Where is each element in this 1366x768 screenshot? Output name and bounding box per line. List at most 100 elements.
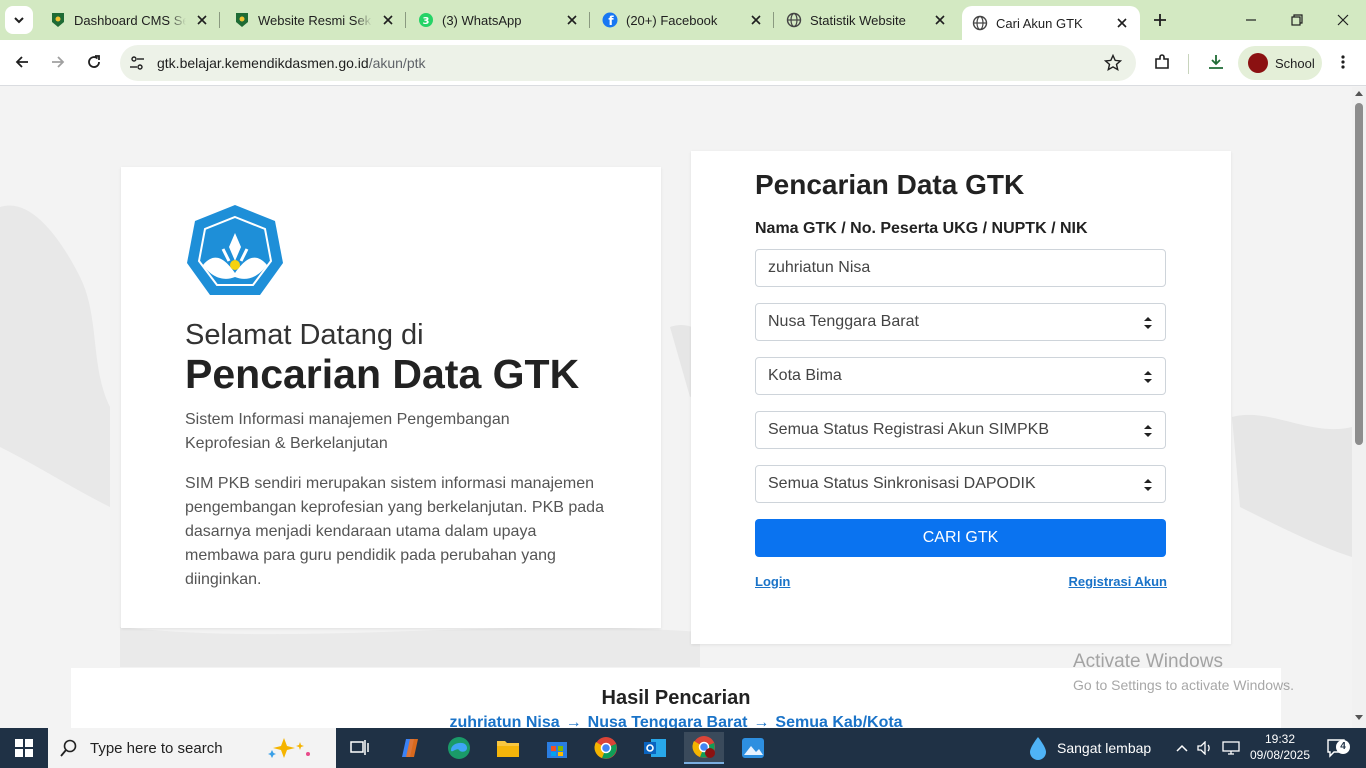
svg-text:3: 3 <box>423 16 430 27</box>
tab-whatsapp[interactable]: 3 (3) WhatsApp <box>408 0 590 40</box>
extensions-button[interactable] <box>1147 47 1177 77</box>
selected-value: Kota Bima <box>768 367 842 384</box>
volume-button[interactable] <box>1195 728 1215 768</box>
url-path: /akun/ptk <box>368 55 426 71</box>
task-view-button[interactable] <box>340 732 380 764</box>
svg-text:f: f <box>608 14 614 28</box>
close-icon[interactable] <box>748 12 764 28</box>
show-hidden-icons-button[interactable] <box>1172 728 1192 768</box>
chrome-button[interactable] <box>586 732 626 764</box>
restore-button[interactable] <box>1274 0 1320 40</box>
cari-gtk-button[interactable]: CARI GTK <box>755 519 1166 557</box>
close-window-button[interactable] <box>1320 0 1366 40</box>
menu-button[interactable] <box>1328 47 1358 77</box>
hero-subtitle: Sistem Informasi manajemen Pengembangan … <box>185 411 510 452</box>
sparkle-icon <box>268 738 310 758</box>
close-icon[interactable] <box>1114 15 1130 31</box>
profile-button[interactable]: School <box>1238 46 1322 80</box>
tab-label: (20+) Facebook <box>626 12 718 28</box>
register-link[interactable]: Registrasi Akun <box>1069 574 1168 589</box>
outlook-button[interactable] <box>635 732 675 764</box>
sync-status-select[interactable]: Semua Status Sinkronisasi DAPODIK <box>755 465 1166 503</box>
tab-label: Dashboard CMS Sekolah <box>74 12 186 28</box>
scroll-up-icon[interactable] <box>1355 90 1363 96</box>
page-content: Selamat Datang di Pencarian Data GTK Sis… <box>0 87 1352 728</box>
breadcrumb-arrow: → <box>753 714 770 728</box>
city-select[interactable]: Kota Bima <box>755 357 1166 395</box>
downloads-button[interactable] <box>1201 47 1231 77</box>
tab-label: (3) WhatsApp <box>442 12 522 28</box>
search-form-card: Pencarian Data GTK Nama GTK / No. Pesert… <box>691 151 1231 644</box>
notification-center-button[interactable]: 4 <box>1320 728 1354 768</box>
outlook-icon <box>644 739 666 757</box>
watermark-line2: Go to Settings to activate Windows. <box>1073 677 1294 693</box>
facebook-icon: f <box>602 12 618 28</box>
tab-label: Statistik Website <box>810 12 906 28</box>
photos-icon <box>742 738 764 758</box>
folder-icon <box>497 741 519 757</box>
login-link[interactable]: Login <box>755 574 790 589</box>
url-text[interactable]: gtk.belajar.kemendikdasmen.go.id/akun/pt… <box>157 55 426 71</box>
reload-icon <box>88 55 100 68</box>
back-button[interactable] <box>7 47 37 77</box>
scrollbar-thumb[interactable] <box>1355 103 1363 445</box>
minimize-button[interactable] <box>1228 0 1274 40</box>
input-value: zuhriatun Nisa <box>768 259 871 276</box>
network-button[interactable] <box>1219 728 1243 768</box>
scroll-down-icon[interactable] <box>1355 715 1363 721</box>
breadcrumb: zuhriatun Nisa → Nusa Tenggara Barat → Semua… <box>71 714 1281 728</box>
restore-icon <box>1291 14 1303 26</box>
close-icon[interactable] <box>932 12 948 28</box>
plus-icon <box>1154 14 1166 26</box>
province-select[interactable]: Nusa Tenggara Barat <box>755 303 1166 341</box>
file-explorer-button[interactable] <box>488 732 528 764</box>
store-icon <box>547 742 567 758</box>
chrome-profile-button[interactable] <box>684 732 724 764</box>
tab-search-button[interactable] <box>5 6 33 34</box>
page-scrollbar[interactable] <box>1352 87 1366 728</box>
minimize-icon <box>1246 19 1256 21</box>
selected-value: Semua Status Registrasi Akun SIMPKB <box>768 421 1050 438</box>
start-button[interactable] <box>0 728 48 768</box>
windows-taskbar: Type here to search Sangat lembap 19:32 … <box>0 728 1366 768</box>
address-bar[interactable]: gtk.belajar.kemendikdasmen.go.id/akun/pt… <box>120 45 1136 81</box>
chrome-icon <box>594 737 617 759</box>
microsoft-store-button[interactable] <box>537 732 577 764</box>
breadcrumb-name[interactable]: zuhriatun Nisa <box>449 714 559 728</box>
tab-statistik[interactable]: Statistik Website <box>776 0 958 40</box>
system-clock[interactable]: 19:32 09/08/2025 <box>1248 731 1312 763</box>
new-tab-button[interactable] <box>1148 8 1172 32</box>
copilot-button[interactable] <box>390 732 430 764</box>
watermark-line1: Activate Windows <box>1073 651 1223 672</box>
tab-dashboard-cms[interactable]: Dashboard CMS Sekolah <box>40 0 220 40</box>
close-icon[interactable] <box>564 12 580 28</box>
taskbar-search-box[interactable]: Type here to search <box>48 728 336 768</box>
tab-website-resmi[interactable]: Website Resmi Sekolah <box>224 0 406 40</box>
bookmark-star-icon[interactable] <box>1103 53 1123 77</box>
photos-button[interactable] <box>733 732 773 764</box>
weather-widget[interactable]: Sangat lembap <box>1029 728 1151 768</box>
close-icon[interactable] <box>380 12 396 28</box>
reload-button[interactable] <box>79 47 109 77</box>
tab-separator <box>589 12 590 28</box>
school-logo-icon <box>50 12 66 28</box>
breadcrumb-province[interactable]: Nusa Tenggara Barat <box>588 714 748 728</box>
breadcrumb-city[interactable]: Semua Kab/Kota <box>775 714 902 728</box>
search-placeholder: Type here to search <box>90 739 223 757</box>
breadcrumb-arrow: → <box>565 714 582 728</box>
selected-value: Semua Status Sinkronisasi DAPODIK <box>768 475 1036 492</box>
hero-title: Pencarian Data GTK <box>185 351 580 397</box>
welcome-card: Selamat Datang di Pencarian Data GTK Sis… <box>121 167 661 628</box>
tab-separator <box>219 12 220 28</box>
registration-status-select[interactable]: Semua Status Registrasi Akun SIMPKB <box>755 411 1166 449</box>
tab-cari-akun-gtk[interactable]: Cari Akun GTK <box>962 6 1140 40</box>
forward-button[interactable] <box>43 47 73 77</box>
windows-logo-icon <box>15 739 33 757</box>
close-icon[interactable] <box>194 12 210 28</box>
name-search-input[interactable]: zuhriatun Nisa <box>755 249 1166 287</box>
select-caret-icon <box>1144 425 1152 437</box>
notification-badge: 4 <box>1336 740 1350 754</box>
tab-facebook[interactable]: f (20+) Facebook <box>592 0 774 40</box>
edge-button[interactable] <box>439 732 479 764</box>
site-info-icon[interactable] <box>128 54 146 77</box>
